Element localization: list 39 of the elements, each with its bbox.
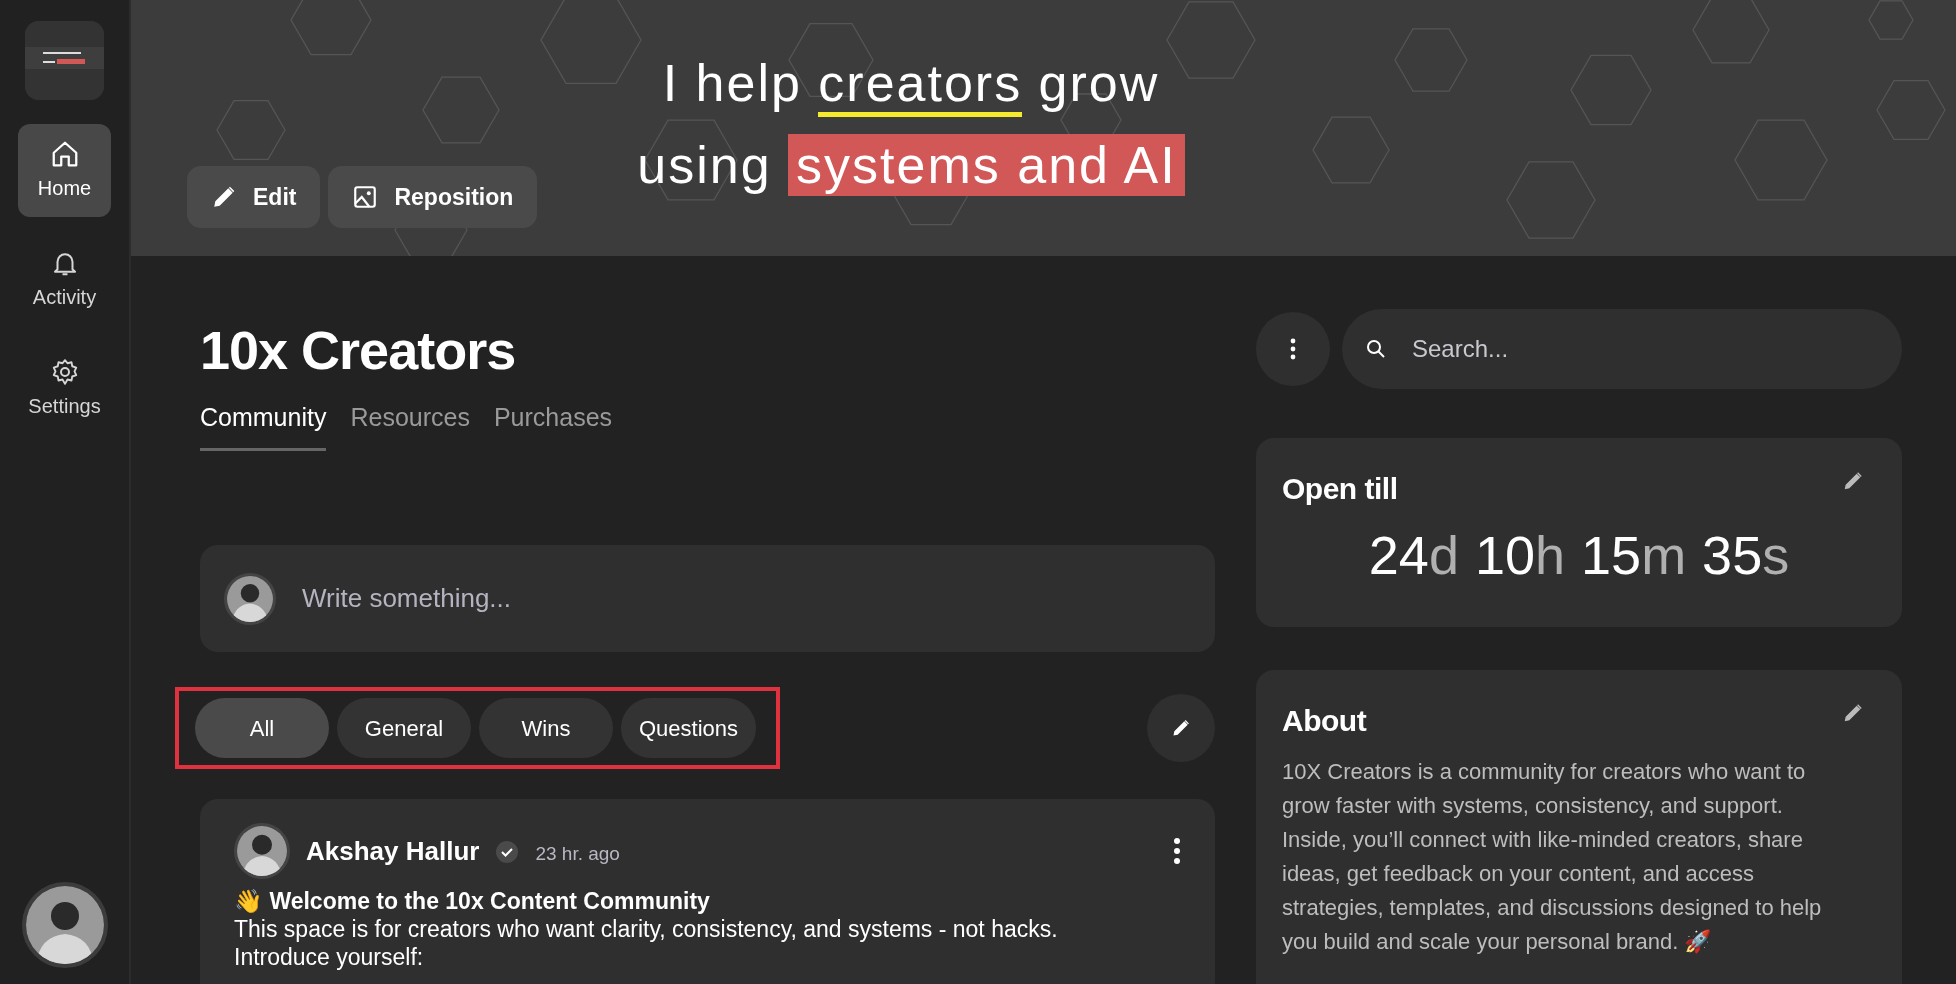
nav-item[interactable]: Settings bbox=[18, 342, 111, 435]
countdown-unit: 15m bbox=[1581, 524, 1687, 587]
banner-headline: I help creators grow bbox=[662, 50, 1160, 126]
more-icon[interactable] bbox=[1173, 838, 1181, 865]
community-title: 10x Creators bbox=[200, 319, 517, 382]
countdown-unit: 35s bbox=[1702, 524, 1790, 587]
author-name[interactable]: Akshay Hallur bbox=[306, 831, 480, 871]
post-title: 👋 Welcome to the 10x Content Community bbox=[234, 887, 711, 916]
filter-chip[interactable]: All bbox=[195, 698, 329, 759]
user-avatar bbox=[224, 572, 276, 625]
nav-item[interactable]: Home bbox=[18, 124, 111, 217]
nav-item[interactable]: Activity bbox=[18, 233, 111, 326]
search-field[interactable]: Search... bbox=[1342, 309, 1902, 389]
tab[interactable]: Resources bbox=[350, 398, 470, 452]
filter-chip[interactable]: General bbox=[337, 698, 471, 759]
tab[interactable]: Purchases bbox=[493, 398, 613, 452]
about-text: 10X Creators is a community for creators who want to grow faster with systems, consistency, and support. Inside, you’ll connect with like-minded creators, share ideas, get feedback on your content, and access strategies, templates, and discussions designed to help you build and scale your personal brand. 🚀 bbox=[1282, 758, 1823, 956]
edit-button[interactable]: Edit bbox=[187, 166, 321, 228]
search-input[interactable]: Search... bbox=[1410, 330, 1878, 368]
author-avatar bbox=[234, 823, 290, 880]
post-text: Introduce yourself: bbox=[234, 943, 425, 972]
user-avatar[interactable] bbox=[21, 882, 108, 968]
tab[interactable]: Community bbox=[200, 398, 327, 452]
post-time: 23 hr. ago bbox=[535, 842, 620, 867]
reposition-button[interactable]: Reposition bbox=[328, 166, 538, 228]
countdown-unit: 24d bbox=[1368, 524, 1459, 587]
card-title: About bbox=[1282, 703, 1367, 739]
countdown-unit: 10h bbox=[1474, 524, 1566, 587]
post-input-field[interactable]: Write something... bbox=[300, 578, 1191, 620]
pencil-icon bbox=[211, 184, 237, 210]
image-icon bbox=[352, 184, 379, 210]
post-text: This space is for creators who want clarity, consistency, and systems - not hacks. bbox=[234, 915, 1059, 944]
more-icon bbox=[1290, 338, 1296, 360]
card-title: Open till bbox=[1282, 471, 1398, 507]
filter-chip[interactable]: Wins bbox=[479, 698, 613, 759]
post-composer[interactable]: Write something... bbox=[200, 545, 1215, 653]
search-icon bbox=[1366, 339, 1386, 359]
pencil-icon bbox=[1171, 718, 1191, 739]
filter-chip[interactable]: Questions bbox=[621, 698, 757, 759]
